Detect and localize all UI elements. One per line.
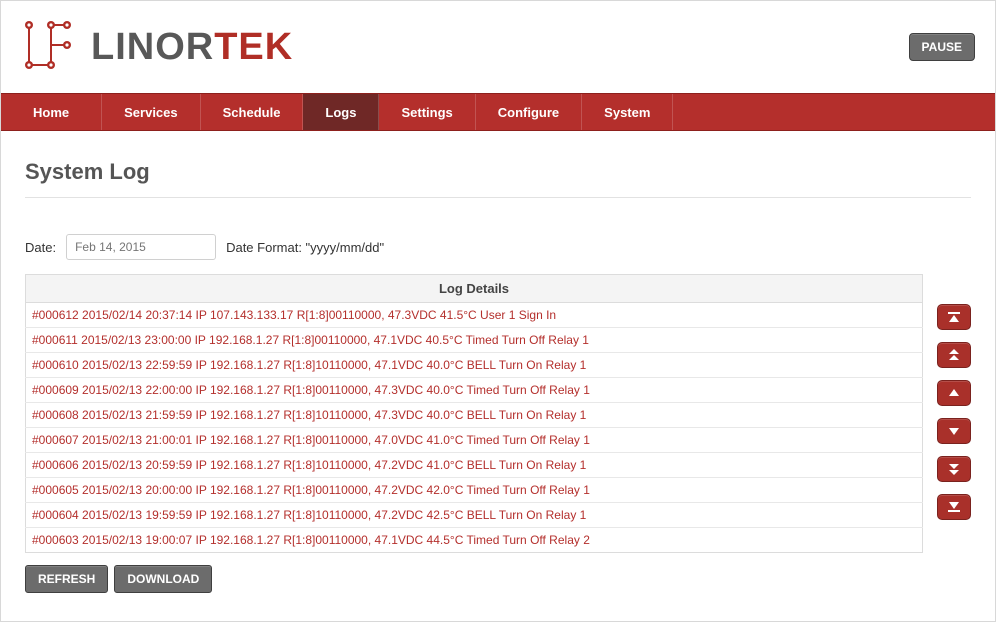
log-area: Log Details #000612 2015/02/14 20:37:14 …	[25, 274, 971, 593]
log-cell: #000606 2015/02/13 20:59:59 IP 192.168.1…	[26, 453, 923, 478]
logo-text: LINORTEK	[91, 26, 293, 69]
log-cell: #000610 2015/02/13 22:59:59 IP 192.168.1…	[26, 353, 923, 378]
log-row: #000606 2015/02/13 20:59:59 IP 192.168.1…	[26, 453, 923, 478]
logo-first: LINOR	[91, 26, 214, 68]
refresh-button[interactable]: REFRESH	[25, 565, 108, 593]
log-cell: #000611 2015/02/13 23:00:00 IP 192.168.1…	[26, 328, 923, 353]
log-table: Log Details #000612 2015/02/14 20:37:14 …	[25, 274, 923, 553]
app-frame: LINORTEK PAUSE HomeServicesScheduleLogsS…	[0, 0, 996, 622]
log-row: #000607 2015/02/13 21:00:01 IP 192.168.1…	[26, 428, 923, 453]
log-cell: #000605 2015/02/13 20:00:00 IP 192.168.1…	[26, 478, 923, 503]
log-cell: #000608 2015/02/13 21:59:59 IP 192.168.1…	[26, 403, 923, 428]
log-table-wrap: Log Details #000612 2015/02/14 20:37:14 …	[25, 274, 923, 593]
scroll-buttons	[937, 274, 971, 520]
logo-accent: TEK	[214, 26, 293, 68]
log-row: #000612 2015/02/14 20:37:14 IP 107.143.1…	[26, 303, 923, 328]
log-header: Log Details	[26, 275, 923, 303]
nav-item-services[interactable]: Services	[102, 94, 201, 130]
log-cell: #000612 2015/02/14 20:37:14 IP 107.143.1…	[26, 303, 923, 328]
log-row: #000605 2015/02/13 20:00:00 IP 192.168.1…	[26, 478, 923, 503]
action-row: REFRESH DOWNLOAD	[25, 565, 923, 593]
log-row: #000609 2015/02/13 22:00:00 IP 192.168.1…	[26, 378, 923, 403]
scroll-up-button[interactable]	[937, 380, 971, 406]
scroll-down-button[interactable]	[937, 418, 971, 444]
date-input[interactable]	[66, 234, 216, 260]
scroll-page-down-button[interactable]	[937, 456, 971, 482]
divider	[25, 197, 971, 198]
download-button[interactable]: DOWNLOAD	[114, 565, 212, 593]
page-title: System Log	[25, 159, 971, 185]
nav-item-schedule[interactable]: Schedule	[201, 94, 304, 130]
pause-button[interactable]: PAUSE	[909, 33, 975, 61]
nav-item-configure[interactable]: Configure	[476, 94, 582, 130]
log-row: #000611 2015/02/13 23:00:00 IP 192.168.1…	[26, 328, 923, 353]
log-row: #000603 2015/02/13 19:00:07 IP 192.168.1…	[26, 528, 923, 553]
nav-item-logs[interactable]: Logs	[303, 94, 379, 130]
log-row: #000610 2015/02/13 22:59:59 IP 192.168.1…	[26, 353, 923, 378]
content: System Log Date: Date Format: "yyyy/mm/d…	[1, 131, 995, 613]
nav-item-system[interactable]: System	[582, 94, 673, 130]
log-cell: #000604 2015/02/13 19:59:59 IP 192.168.1…	[26, 503, 923, 528]
scroll-page-up-button[interactable]	[937, 342, 971, 368]
nav-item-home[interactable]: Home	[1, 94, 102, 130]
scroll-first-button[interactable]	[937, 304, 971, 330]
header: LINORTEK PAUSE	[1, 1, 995, 93]
navbar: HomeServicesScheduleLogsSettingsConfigur…	[1, 93, 995, 131]
scroll-last-button[interactable]	[937, 494, 971, 520]
log-cell: #000607 2015/02/13 21:00:01 IP 192.168.1…	[26, 428, 923, 453]
date-row: Date: Date Format: "yyyy/mm/dd"	[25, 234, 971, 260]
logo-icon	[21, 17, 77, 78]
log-cell: #000609 2015/02/13 22:00:00 IP 192.168.1…	[26, 378, 923, 403]
log-row: #000608 2015/02/13 21:59:59 IP 192.168.1…	[26, 403, 923, 428]
date-format-label: Date Format: "yyyy/mm/dd"	[226, 240, 384, 255]
log-cell: #000603 2015/02/13 19:00:07 IP 192.168.1…	[26, 528, 923, 553]
log-row: #000604 2015/02/13 19:59:59 IP 192.168.1…	[26, 503, 923, 528]
date-label: Date:	[25, 240, 56, 255]
logo: LINORTEK	[21, 17, 293, 78]
nav-item-settings[interactable]: Settings	[379, 94, 475, 130]
